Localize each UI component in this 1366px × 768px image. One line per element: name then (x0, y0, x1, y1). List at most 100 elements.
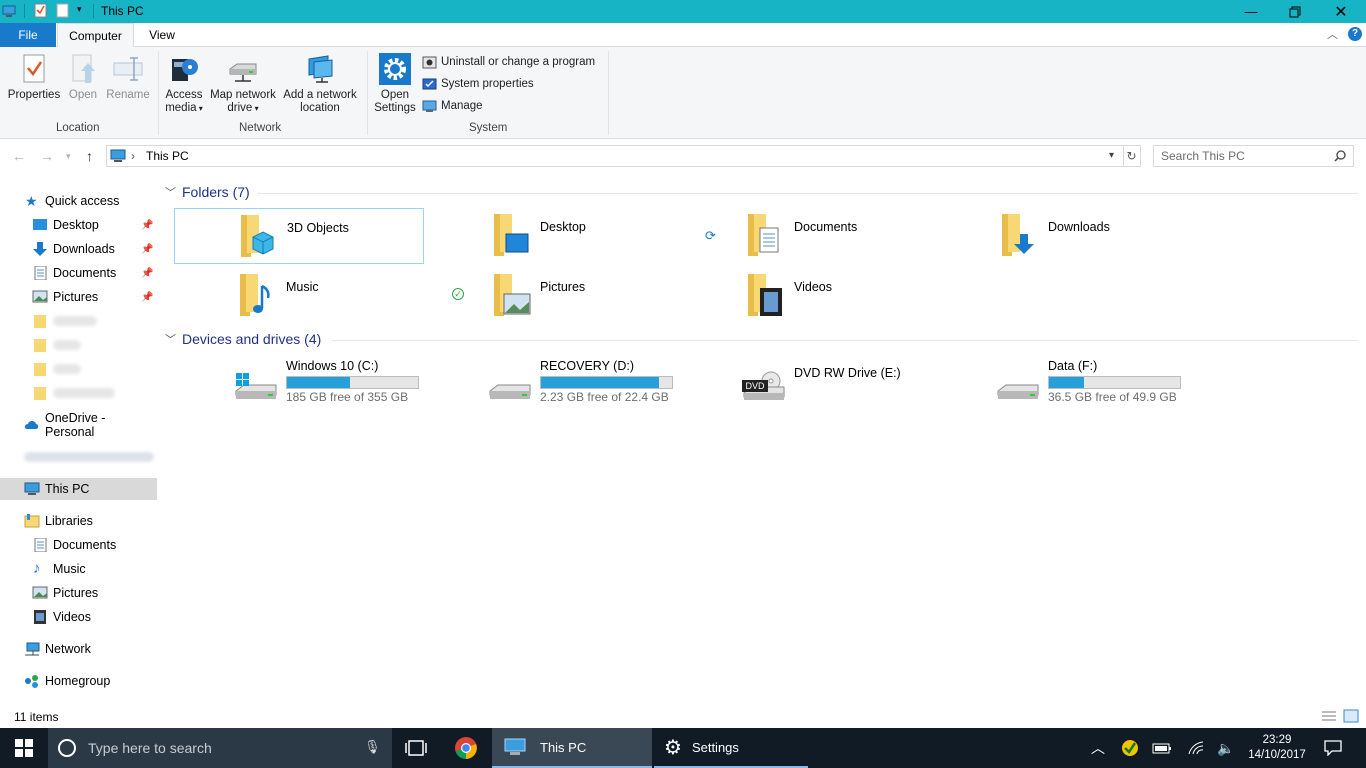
forward-button[interactable]: → (40, 148, 54, 164)
open-settings-label-2: Settings (374, 102, 416, 114)
desktop-folder-icon (494, 214, 529, 256)
collapse-ribbon-icon[interactable]: ︿ (1327, 26, 1338, 42)
sidebar-item-desktop[interactable]: Desktop 📌 (0, 214, 157, 236)
breadcrumb-this-pc[interactable]: This PC (146, 149, 189, 163)
minimize-button[interactable]: — (1228, 0, 1274, 23)
access-media-button[interactable]: Access media ▾ (162, 53, 206, 115)
norton-tray-icon[interactable] (1118, 728, 1142, 768)
folder-videos[interactable]: Videos (682, 268, 932, 324)
refresh-button[interactable]: ↻ (1123, 145, 1141, 167)
properties-quick-icon[interactable] (34, 3, 47, 18)
rename-button[interactable]: Rename (104, 53, 152, 102)
sidebar-item-homegroup[interactable]: Homegroup (0, 670, 157, 692)
sidebar-item-label: Network (45, 642, 91, 656)
sidebar-item-label: Music (53, 562, 86, 576)
chrome-taskbar-button[interactable] (444, 728, 488, 768)
sidebar-item-lib-documents[interactable]: Documents (0, 534, 157, 556)
pictures-folder-icon (494, 274, 531, 316)
back-button[interactable]: ← (12, 148, 26, 164)
sidebar-item-blurred-folder[interactable] (0, 310, 157, 332)
drive-c[interactable]: Windows 10 (C:) 185 GB free of 355 GB (174, 359, 424, 411)
new-folder-quick-icon[interactable] (56, 3, 69, 18)
media-icon (168, 53, 200, 85)
drive-e[interactable]: DVD DVD RW Drive (E:) (682, 359, 932, 411)
sidebar-item-blurred-folder[interactable] (0, 382, 157, 404)
details-view-icon[interactable] (1321, 710, 1337, 722)
help-icon[interactable]: ? (1348, 27, 1362, 41)
drives-group-header[interactable]: ﹀ Devices and drives (4) (165, 331, 321, 347)
restore-button[interactable] (1272, 0, 1318, 23)
show-hidden-icons-button[interactable]: ︿ (1086, 728, 1110, 768)
breadcrumb-separator[interactable]: › (131, 149, 135, 163)
sidebar-item-lib-music[interactable]: ♪ Music (0, 558, 157, 580)
this-pc-icon (2, 5, 16, 17)
up-button[interactable]: ↑ (86, 148, 93, 164)
folder-pictures[interactable]: Pictures (428, 268, 678, 324)
large-icons-view-icon[interactable] (1343, 709, 1359, 723)
address-bar[interactable]: › This PC ▾ (106, 145, 1124, 167)
search-input[interactable]: Search This PC (1153, 145, 1354, 167)
explorer-taskbar-button[interactable]: This PC (492, 728, 652, 768)
start-button[interactable] (0, 728, 48, 768)
open-button[interactable]: Open (64, 53, 102, 102)
search-placeholder: Search This PC (1161, 149, 1245, 163)
folder-desktop[interactable]: Desktop (428, 208, 678, 264)
address-dropdown-icon[interactable]: ▾ (1109, 150, 1114, 161)
tab-view[interactable]: View (134, 23, 190, 47)
customize-quick-access-icon[interactable]: ▾ (77, 4, 82, 15)
add-network-location-button[interactable]: Add a network location (281, 53, 359, 115)
system-properties-button[interactable]: System properties (422, 75, 534, 93)
sidebar-item-libraries[interactable]: Libraries (0, 510, 157, 532)
map-drive-label-2: drive (227, 102, 253, 114)
close-button[interactable]: ✕ (1318, 0, 1364, 23)
task-view-button[interactable] (394, 728, 438, 768)
ribbon: Properties Open Rename Location Access m… (0, 47, 1366, 139)
open-settings-button[interactable]: Open Settings (372, 53, 418, 115)
sidebar-item-blurred-folder[interactable] (0, 334, 157, 356)
folder-music[interactable]: Music (174, 268, 424, 324)
refresh-icon: ↻ (1126, 149, 1137, 163)
drive-f[interactable]: Data (F:) 36.5 GB free of 49.9 GB (936, 359, 1186, 411)
drive-d[interactable]: RECOVERY (D:) 2.23 GB free of 22.4 GB (428, 359, 678, 411)
sidebar-item-lib-videos[interactable]: Videos (0, 606, 157, 628)
action-center-button[interactable] (1318, 728, 1348, 768)
battery-tray-icon[interactable] (1150, 728, 1174, 768)
sidebar-item-documents[interactable]: Documents 📌 (0, 262, 157, 284)
tab-computer[interactable]: Computer (57, 23, 134, 48)
manage-button[interactable]: Manage (422, 97, 483, 115)
sidebar-item-onedrive[interactable]: OneDrive - Personal (0, 411, 157, 439)
pin-icon: 📌 (141, 243, 154, 255)
microphone-icon[interactable]: 🎙 (364, 739, 381, 755)
sidebar-item-network[interactable]: Network (0, 638, 157, 660)
tab-file[interactable]: File (0, 23, 56, 47)
folder-3d-objects[interactable]: 3D Objects (174, 208, 424, 264)
dropdown-arrow-icon: ▾ (196, 104, 203, 113)
properties-button[interactable]: Properties (6, 53, 62, 102)
sidebar-item-downloads[interactable]: Downloads 📌 (0, 238, 157, 260)
sidebar-item-quick-access[interactable]: ★ Quick access (0, 190, 157, 212)
folder-downloads[interactable]: Downloads (936, 208, 1186, 264)
sidebar-item-lib-pictures[interactable]: Pictures (0, 582, 157, 604)
folder-documents[interactable]: Documents (682, 208, 932, 264)
uninstall-program-button[interactable]: Uninstall or change a program (422, 53, 595, 71)
map-network-drive-button[interactable]: Map network drive ▾ (207, 53, 279, 115)
sidebar-item-pictures[interactable]: Pictures 📌 (0, 286, 157, 308)
wifi-tray-icon[interactable] (1184, 728, 1208, 768)
manage-label: Manage (441, 100, 483, 112)
taskbar-search-box[interactable]: Type here to search 🎙 (48, 728, 392, 768)
sidebar-item-blurred-account[interactable] (0, 446, 157, 468)
status-bar: 11 items (0, 705, 1366, 728)
recent-locations-button[interactable]: ▾ (66, 151, 71, 162)
desktop-icon (33, 219, 47, 230)
volume-tray-icon[interactable]: 🔈 (1214, 728, 1238, 768)
music-folder-icon (240, 274, 270, 316)
settings-taskbar-button[interactable]: ⚙ Settings (654, 728, 808, 768)
restore-icon (1289, 6, 1301, 17)
chevron-down-icon: ▾ (66, 151, 71, 161)
clock[interactable]: 23:29 14/10/2017 (1242, 728, 1312, 768)
sidebar-item-blurred-folder[interactable] (0, 358, 157, 380)
folders-group-header[interactable]: ﹀ Folders (7) (165, 184, 250, 200)
sidebar-item-this-pc[interactable]: This PC (0, 478, 157, 500)
drives-heading: Devices and drives (4) (182, 331, 322, 347)
drive-name: Windows 10 (C:) (286, 359, 379, 373)
